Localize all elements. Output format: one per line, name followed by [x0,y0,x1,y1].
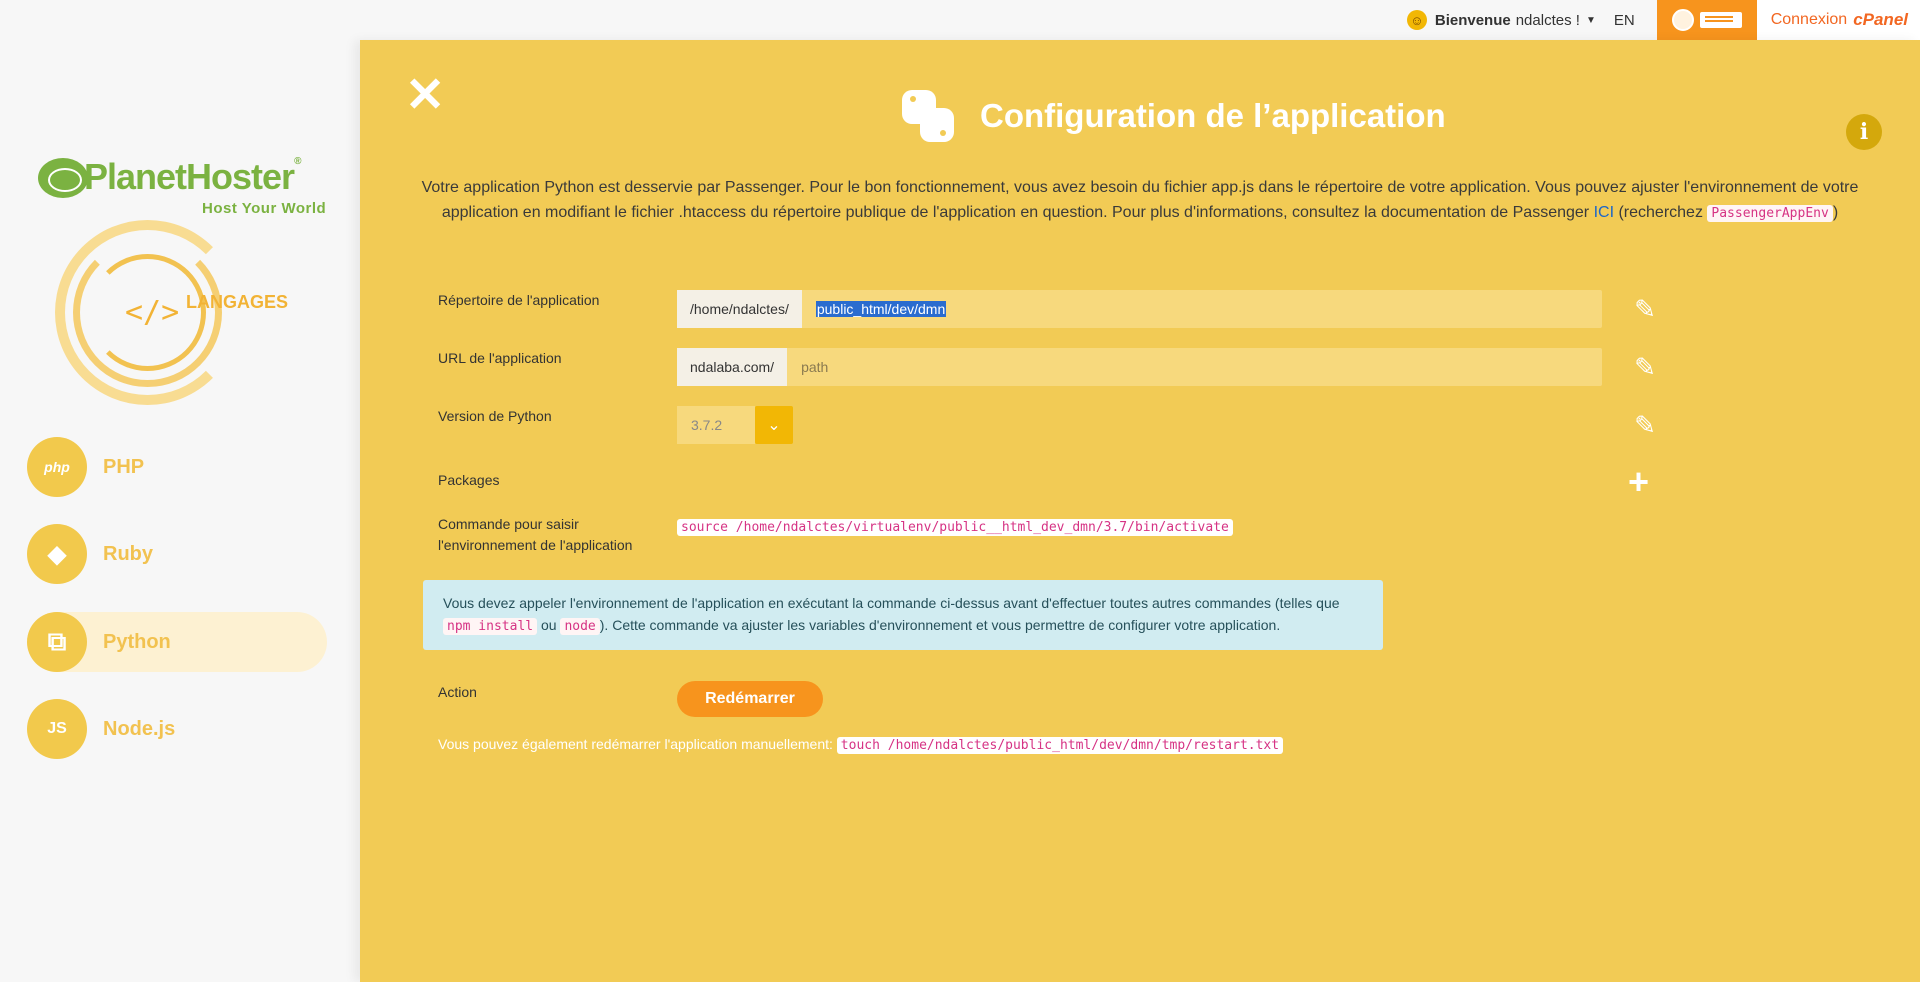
url-placeholder: path [801,359,829,375]
alert-part1: Vous devez appeler l'environnement de l'… [443,595,1340,611]
directory-field[interactable]: /home/ndalctes/ public_html/dev/dmn [677,290,1602,328]
manual-restart-code: touch /home/ndalctes/public_html/dev/dmn… [836,737,1284,754]
connexion-label: Connexion [1770,11,1848,28]
command-label-line1: Commande pour saisir [438,516,579,532]
sidebar-item-python[interactable]: ⧉ Python [27,612,327,672]
sidebar-item-ruby[interactable]: ◆ Ruby [27,524,327,584]
welcome-label: Bienvenue [1434,11,1511,29]
alert-part3: ). Cette commande va ajuster les variabl… [599,617,1281,633]
url-label: URL de l'application [438,350,562,366]
documentation-link[interactable]: ICI [1594,204,1614,221]
python-version-select[interactable]: 3.7.2 ⌄ [677,406,795,444]
edit-directory-pencil-icon[interactable]: ✎ [1630,294,1660,324]
command-label-line2: l'environnement de l'application [438,537,633,553]
passenger-app-env-code: PassengerAppEnv [1707,205,1833,222]
caret-down-icon: ▼ [1585,14,1596,26]
python-version-label: Version de Python [438,408,552,424]
python-logo-eye-top [910,96,916,102]
close-icon[interactable]: ✕ [405,72,445,120]
alert-part2: ou [540,617,557,633]
panel-header: Configuration de l’application [900,88,1446,144]
registered-mark: ® [294,156,301,167]
sidebar-item-label: Node.js [103,717,176,740]
sidebar-item-label: Ruby [103,542,153,565]
edit-url-pencil-icon[interactable]: ✎ [1630,352,1660,382]
python-logo-part-bottom [920,108,954,142]
top-bar: ☺ Bienvenue ndalctes ! ▼ EN Connexion cP… [0,0,1920,40]
description-text: Votre application Python est desservie p… [420,175,1860,226]
info-alert: Vous devez appeler l'environnement de l'… [423,580,1383,650]
directory-prefix: /home/ndalctes/ [677,290,802,328]
globe-icon [38,158,88,198]
planethoster-logo[interactable]: PlanetHoster® Host Your World [38,118,338,218]
command-label: Commande pour saisir l'environnement de … [438,514,632,556]
cpanel-logo: cPanel [1853,10,1908,29]
url-field[interactable]: ndalaba.com/ path [677,348,1602,386]
directory-input[interactable]: public_html/dev/dmn [802,290,947,328]
code-brackets-icon: </> [125,295,180,330]
edit-python-version-pencil-icon[interactable]: ✎ [1630,410,1660,440]
description-part2: (recherchez [1618,204,1703,221]
nodejs-icon: JS [27,699,87,759]
directory-label: Répertoire de l'application [438,292,600,308]
support-avatar-icon [1671,9,1694,31]
user-menu[interactable]: ☺ Bienvenue ndalctes ! ▼ [1406,10,1596,30]
sidebar-item-nodejs[interactable]: JS Node.js [27,699,327,759]
support-button[interactable] [1656,0,1757,40]
python-logo-eye-bottom [940,130,946,136]
info-icon[interactable]: i [1846,114,1882,150]
python-version-value: 3.7.2 [677,406,755,444]
language-switch[interactable]: EN [1614,12,1635,29]
packages-label: Packages [438,472,500,488]
app-config-panel: ✕ Configuration de l’application i Votre… [360,40,1920,982]
sidebar: PlanetHoster® Host Your World </> LANGAG… [0,40,360,982]
username: ndalctes ! [1515,11,1580,29]
activate-command-code: source /home/ndalctes/virtualenv/public_… [677,519,1233,536]
directory-value: public_html/dev/dmn [815,301,947,317]
alert-code-npm-install: npm install [443,618,538,635]
restart-button[interactable]: Redémarrer [677,681,823,717]
ruby-icon: ◆ [27,524,87,584]
php-icon: php [27,437,87,497]
sidebar-item-label: PHP [103,455,145,478]
description-part3: ) [1832,204,1839,221]
logo-name: PlanetHoster® [84,156,302,198]
url-input[interactable]: path [787,348,828,386]
action-label: Action [438,684,477,700]
sidebar-item-label: Python [103,630,171,653]
sidebar-item-php[interactable]: php PHP [27,437,327,497]
manual-restart-label: Vous pouvez également redémarrer l'appli… [438,736,833,752]
cpanel-login-link[interactable]: Connexion cPanel [1756,0,1920,40]
logo-tagline: Host Your World [202,200,327,217]
url-prefix: ndalaba.com/ [677,348,788,386]
alert-code-node: node [560,618,600,635]
manual-restart-text: Vous pouvez également redémarrer l'appli… [438,736,1284,754]
smiley-icon: ☺ [1406,10,1427,30]
chat-bubble-icon [1699,12,1742,28]
python-logo-icon [900,88,956,144]
python-icon: ⧉ [27,612,87,672]
add-package-plus-icon[interactable]: + [1628,464,1649,500]
activate-command: source /home/ndalctes/virtualenv/public_… [677,518,1233,536]
logo-name-text: PlanetHoster [84,156,295,197]
languages-label: LANGAGES [186,292,289,312]
page-title: Configuration de l’application [980,97,1446,134]
chevron-down-icon[interactable]: ⌄ [755,406,793,444]
